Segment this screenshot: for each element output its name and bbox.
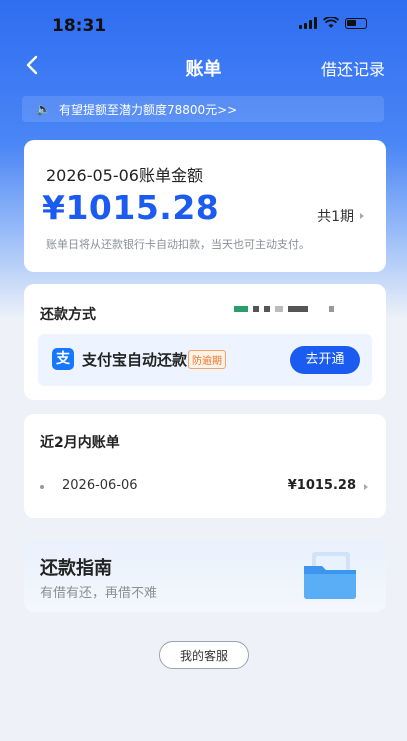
- activate-button[interactable]: 去开通: [290, 346, 360, 374]
- bill-amount-card: 2026-05-06账单金额 ¥1015.28 共1期 账单日将从还款银行卡自动…: [24, 140, 386, 272]
- bill-amount: ¥1015.28: [42, 188, 220, 227]
- guide-title: 还款指南: [40, 558, 112, 579]
- borrow-repay-records-link[interactable]: 借还记录: [321, 56, 385, 80]
- credit-notice-banner[interactable]: 🔈 有望提额至潜力额度78800元>>: [22, 96, 384, 122]
- status-bar: 18:31: [0, 0, 407, 44]
- speaker-icon: 🔈: [36, 102, 51, 116]
- back-arrow-icon[interactable]: [22, 54, 44, 76]
- folder-icon: [304, 552, 356, 599]
- alipay-autopay-box: 支 支付宝自动还款 防逾期 去开通: [38, 334, 372, 386]
- wifi-icon: [323, 17, 339, 28]
- customer-service-button[interactable]: 我的客服: [159, 641, 249, 669]
- bill-row[interactable]: 2026-06-06 ¥1015.28: [24, 476, 386, 500]
- battery-icon: [345, 17, 367, 29]
- payment-method-card: 还款方式 支 支付宝自动还款 防逾期 去开通: [24, 284, 386, 400]
- status-time: 18:31: [52, 16, 107, 36]
- payment-method-label: 还款方式: [40, 307, 96, 323]
- overdue-prevention-badge: 防逾期: [188, 350, 226, 369]
- chevron-right-icon: [364, 484, 368, 490]
- bill-row-amount: ¥1015.28: [287, 478, 356, 493]
- chevron-right-icon: [360, 213, 364, 219]
- notice-text: 有望提额至潜力额度78800元>>: [58, 102, 238, 117]
- guide-subtitle: 有借有还，再借不难: [40, 586, 158, 601]
- signal-icon: [299, 17, 317, 29]
- masked-account-info: [234, 306, 334, 312]
- nav-bar: 账单 借还记录: [0, 48, 407, 84]
- repayment-guide-card[interactable]: 还款指南 有借有还，再借不难: [24, 540, 386, 612]
- alipay-autopay-title: 支付宝自动还款: [82, 351, 188, 369]
- recent-bills-title: 近2月内账单: [40, 435, 120, 451]
- period-text: 共1期: [317, 209, 354, 225]
- bullet-dot: [40, 485, 44, 489]
- alipay-icon: 支: [52, 348, 74, 370]
- bill-note: 账单日将从还款银行卡自动扣款，当天也可主动支付。: [46, 238, 310, 251]
- status-icons: [299, 17, 367, 29]
- bill-label: 2026-05-06账单金额: [46, 166, 203, 185]
- period-link[interactable]: 共1期: [317, 206, 364, 226]
- recent-bills-card: 近2月内账单 2026-06-06 ¥1015.28: [24, 414, 386, 518]
- bill-row-date: 2026-06-06: [62, 478, 138, 493]
